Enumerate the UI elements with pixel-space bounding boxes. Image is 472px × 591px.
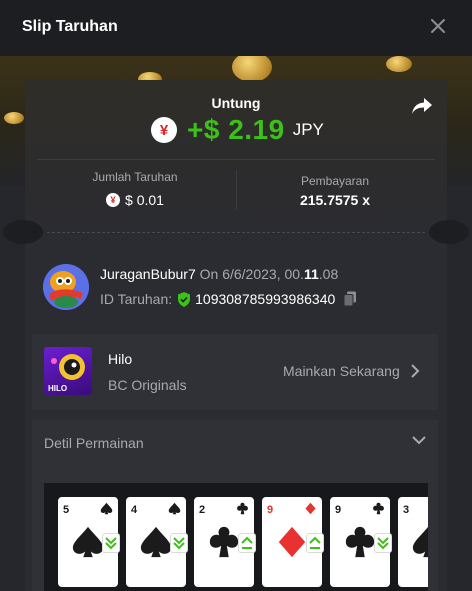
hilo-logo-icon: HILO [48,354,85,393]
game-card[interactable]: HILO Hilo BC Originals Mainkan Sekarang [32,334,438,410]
payout-value: 215.7575 x [299,192,371,208]
game-details-title[interactable]: Detil Permainan [44,435,144,451]
card-rank: 5 [63,504,70,516]
cards-history: 5 4 2 9 9 3 [44,483,428,591]
club-icon [237,502,248,515]
payout-label: Pembayaran [300,174,370,188]
copy-icon[interactable] [343,291,357,307]
bet-user-line: JuraganBubur7 On 6/6/2023, 00.11.08 [100,266,338,282]
lower-guess-icon [170,533,188,553]
lower-guess-icon [374,533,392,553]
card-rank: 4 [131,504,138,516]
bet-amount-text: $ 0.01 [125,192,164,208]
ticket-notch-right [429,220,469,244]
club-icon [209,526,239,558]
club-icon [345,526,375,558]
card-rank: 2 [199,504,206,516]
bet-amount-label: Jumlah Taruhan [92,170,178,184]
play-now-label: Mainkan Sekarang [283,363,400,379]
spade-icon [100,502,113,515]
play-now-link[interactable]: Mainkan Sekarang [283,363,420,379]
modal-title: Slip Taruhan [22,18,118,35]
bet-time-rest: .08 [318,266,339,282]
spade-icon [72,526,104,558]
profit-row: ¥ +$ 2.19 JPY [151,114,324,146]
yen-currency-icon: ¥ [151,117,177,143]
divider [37,159,435,160]
profit-currency: JPY [292,120,324,139]
game-thumb-label: HILO [48,384,67,393]
higher-guess-icon [238,533,256,553]
card-rank: 9 [267,504,274,516]
yen-currency-icon: ¥ [106,193,121,207]
verified-shield-icon [178,291,191,307]
bet-amount-value: ¥ $ 0.01 [65,191,205,209]
game-provider: BC Originals [108,377,187,393]
dashed-divider [47,232,425,233]
card-rank: 3 [403,504,410,516]
bet-slip-modal: Slip Taruhan Untung ¥ +$ 2.19 JPY Jumlah… [0,0,472,591]
bet-time-bold: 11 [303,266,319,282]
game-details-panel: Detil Permainan 5 4 2 9 9 3 [32,420,438,591]
chevron-down-icon[interactable] [412,435,426,445]
divider [236,170,237,210]
club-icon [373,502,384,515]
bet-id-value: 109308785993986340 [195,291,336,307]
avatar-image [43,264,89,310]
bet-date: On 6/6/2023, 00. [195,266,304,282]
bet-id-label: ID Taruhan: [100,291,173,307]
profit-amount: +$ 2.19 [187,114,285,145]
spade-icon [168,502,181,515]
chevron-right-icon [411,364,420,378]
modal-header: Slip Taruhan [0,0,472,56]
coin-decoration [232,52,272,82]
diamond-icon [278,526,306,558]
higher-guess-icon [306,533,324,553]
playing-card: 3 [398,497,428,587]
game-name: Hilo [108,351,133,367]
coin-decoration [4,112,24,124]
profit-label: Untung [211,95,261,111]
bet-id-line: ID Taruhan: 109308785993986340 [100,291,357,307]
bet-slip: Untung ¥ +$ 2.19 JPY Jumlah Taruhan ¥ $ … [3,80,469,591]
game-thumbnail[interactable]: HILO [44,347,92,395]
avatar[interactable] [43,264,89,310]
spade-icon [412,526,428,558]
playing-card: 9 [262,497,324,587]
diamond-icon [305,502,316,515]
lower-guess-icon [102,533,120,553]
playing-card: 5 [58,497,120,587]
coin-decoration [386,56,412,72]
username[interactable]: JuraganBubur7 [100,266,196,282]
spade-icon [140,526,172,558]
share-icon[interactable] [411,96,433,116]
playing-card: 9 [330,497,392,587]
card-rank: 9 [335,504,342,516]
playing-card: 4 [126,497,188,587]
playing-card: 2 [194,497,256,587]
ticket-notch-left [3,220,43,244]
close-icon[interactable] [428,16,448,36]
